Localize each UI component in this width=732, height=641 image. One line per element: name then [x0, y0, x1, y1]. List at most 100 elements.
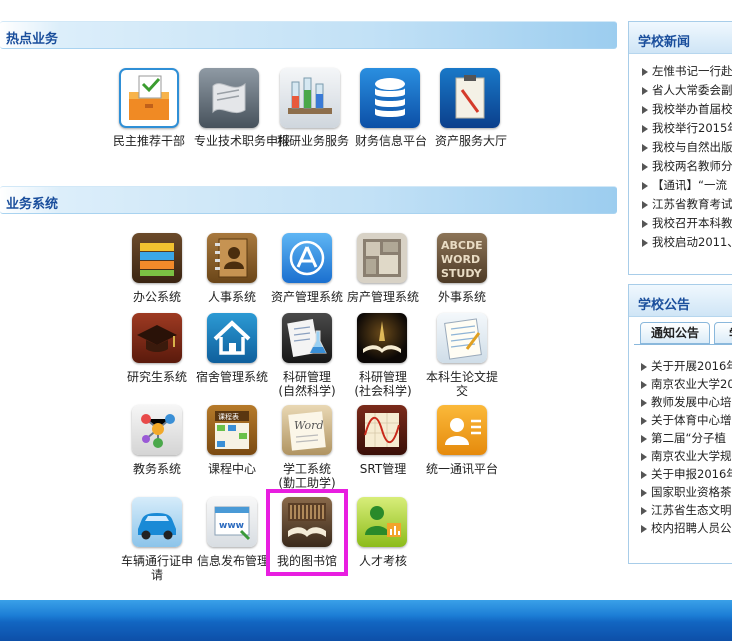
tile-label: 研究生系统 [126, 370, 187, 384]
footer-bar [0, 600, 732, 641]
timetable-icon: 课程表 [207, 405, 257, 455]
system-dorm[interactable]: 宿舍管理系统 [192, 313, 272, 388]
hot-services-title: 热点业务 [6, 32, 59, 47]
school-notices-list: 关于开展2016年 南京农业大学20 教师发展中心培 关于体育中心增 第二届“分… [640, 357, 732, 537]
house-icon [207, 313, 257, 363]
system-research-social[interactable]: 科研管理 (社会科学) [342, 313, 424, 401]
system-research-natural[interactable]: 科研管理 (自然科学) [266, 313, 348, 401]
open-book-glow-icon [357, 313, 407, 363]
school-news-panel: 学校新闻 左惟书记一行赴 省人大常委会副 我校举办首届校 我校举行2015年 我… [628, 21, 732, 275]
notice-item[interactable]: 第二届“分子植 [640, 429, 732, 447]
tile-label: SRT管理 [359, 462, 407, 476]
news-item[interactable]: 我校与自然出版 [641, 138, 732, 157]
notice-item[interactable]: 国家职业资格茶 [640, 483, 732, 501]
school-notices-header: 学校公告 [629, 285, 732, 317]
app-store-icon [282, 233, 332, 283]
floor-plan-icon [357, 233, 407, 283]
svg-text:STUDY: STUDY [441, 267, 483, 280]
system-talent-eval[interactable]: 人才考核 [342, 497, 424, 572]
news-item[interactable]: 江苏省教育考试 [641, 195, 732, 214]
ballot-box-icon [119, 68, 179, 128]
system-info-publish[interactable]: www 信息发布管理 [192, 497, 272, 572]
svg-text:ABCDE: ABCDE [441, 239, 483, 252]
news-item[interactable]: 我校举办首届校 [641, 100, 732, 119]
database-icon [360, 68, 420, 128]
school-news-header: 学校新闻 [629, 22, 732, 54]
tile-label: 课程中心 [207, 462, 256, 476]
tile-label: 财务信息平台 [354, 134, 427, 148]
folders-icon [132, 233, 182, 283]
svg-text:课程表: 课程表 [218, 412, 239, 421]
hot-service-democratic-recommend[interactable]: 民主推荐干部 [108, 68, 190, 168]
hot-service-finance[interactable]: 财务信息平台 [350, 68, 432, 168]
clipboard-icon [440, 68, 500, 128]
tile-label: 宿舍管理系统 [195, 370, 268, 384]
system-academic[interactable]: 教务系统 [117, 405, 197, 480]
tile-label: 统一通讯平台 [425, 462, 498, 476]
notice-item[interactable]: 南京农业大学规 [640, 447, 732, 465]
news-item[interactable]: 我校启动2011、 [641, 233, 732, 252]
notice-item[interactable]: 关于体育中心增 [640, 411, 732, 429]
system-undergrad-thesis[interactable]: 本科生论文提交 [421, 313, 503, 401]
system-unified-comm[interactable]: 统一通讯平台 [421, 405, 503, 480]
notice-item[interactable]: 南京农业大学20 [640, 375, 732, 393]
tile-label: 办公系统 [132, 290, 181, 304]
school-news-title: 学校新闻 [638, 35, 691, 50]
hot-services-bar: 热点业务 [0, 21, 617, 49]
tab-next[interactable]: 学 [714, 322, 732, 344]
tile-label: 人才考核 [358, 554, 407, 568]
tile-label: 科研管理 (社会科学) [354, 370, 412, 398]
tile-label: 外事系统 [437, 290, 486, 304]
news-item[interactable]: 【通讯】“一流 [641, 176, 732, 195]
system-srt[interactable]: SRT管理 [342, 405, 424, 480]
scroll-icon [199, 68, 259, 128]
hot-service-professional-title[interactable]: 专业技术职务申报 [190, 68, 290, 168]
svg-text:www: www [219, 521, 244, 531]
graph-chart-icon [357, 405, 407, 455]
address-book-icon [207, 233, 257, 283]
school-news-list: 左惟书记一行赴 省人大常委会副 我校举办首届校 我校举行2015年 我校与自然出… [641, 62, 732, 252]
flask-notebook-icon [282, 313, 332, 363]
svg-text:Word: Word [294, 419, 323, 432]
news-item[interactable]: 我校举行2015年 [641, 119, 732, 138]
notice-item[interactable]: 江苏省生态文明 [640, 501, 732, 519]
car-icon [132, 497, 182, 547]
system-foreign-affairs[interactable]: ABCDE WORD STUDY 外事系统 [421, 233, 503, 308]
selection-highlight [266, 489, 348, 576]
news-item[interactable]: 我校召开本科教 [641, 214, 732, 233]
tab-notices[interactable]: 通知公告 [640, 322, 710, 344]
system-student-work[interactable]: Word 学工系统 (勤工助学) [266, 405, 348, 493]
system-course-center[interactable]: 课程表 课程中心 [192, 405, 272, 480]
notice-item[interactable]: 关于申报2016年 [640, 465, 732, 483]
system-graduate[interactable]: 研究生系统 [117, 313, 197, 388]
hot-service-research[interactable]: 科研业务服务 [272, 68, 354, 168]
news-item[interactable]: 省人大常委会副 [641, 81, 732, 100]
www-browser-icon: www [207, 497, 257, 547]
person-chart-icon [357, 497, 407, 547]
system-housing[interactable]: 房产管理系统 [342, 233, 424, 308]
hot-service-assets[interactable]: 资产服务大厅 [430, 68, 512, 168]
tile-label: 房产管理系统 [346, 290, 419, 304]
lab-flasks-icon [280, 68, 340, 128]
system-office[interactable]: 办公系统 [117, 233, 197, 308]
tile-label: 科研业务服务 [276, 134, 349, 148]
svg-text:WORD: WORD [441, 253, 480, 266]
tile-label: 教务系统 [132, 462, 181, 476]
tile-label: 资产服务大厅 [434, 134, 507, 148]
news-item[interactable]: 我校两名教师分 [641, 157, 732, 176]
abc-letters-icon: ABCDE WORD STUDY [437, 233, 487, 283]
word-document-icon: Word [282, 405, 332, 455]
contact-card-icon [437, 405, 487, 455]
notice-item[interactable]: 教师发展中心培 [640, 393, 732, 411]
notice-item[interactable]: 校内招聘人员公 [640, 519, 732, 537]
tab-underline [634, 344, 732, 345]
graduation-cap-icon [132, 313, 182, 363]
system-vehicle-pass[interactable]: 车辆通行证申请 [117, 497, 197, 585]
business-systems-bar: 业务系统 [0, 186, 617, 214]
tile-label: 学工系统 (勤工助学) [278, 462, 336, 490]
notice-item[interactable]: 关于开展2016年 [640, 357, 732, 375]
news-item[interactable]: 左惟书记一行赴 [641, 62, 732, 81]
tile-label: 信息发布管理 [196, 554, 269, 568]
tile-label: 车辆通行证申请 [120, 554, 193, 582]
tile-label: 科研管理 (自然科学) [278, 370, 336, 398]
